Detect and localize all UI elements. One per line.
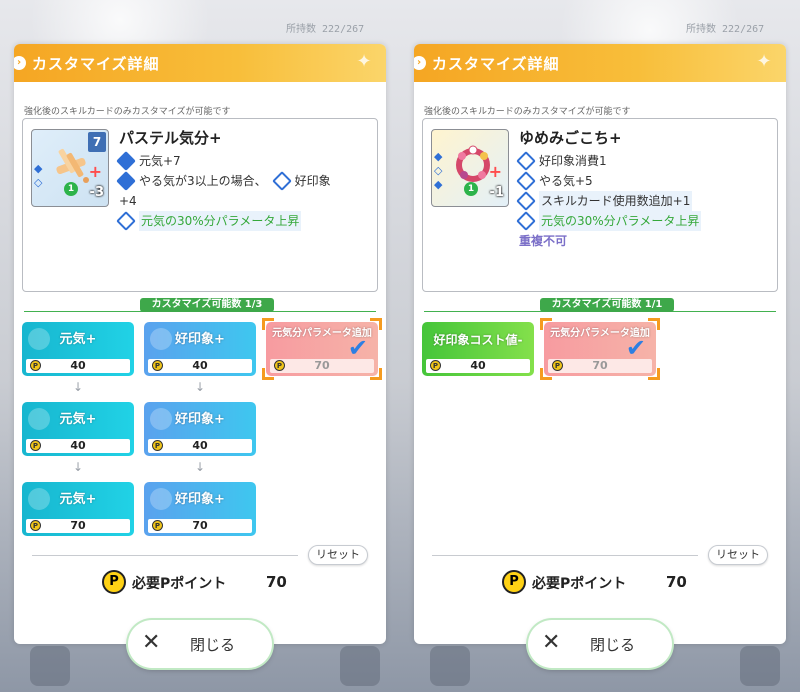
customize-tile-genki-parameter[interactable]: 元気分パラメータ追加 P 70 ✔ xyxy=(544,322,656,376)
customize-tile-good-impression[interactable]: 好印象+ P 40 xyxy=(144,402,256,456)
required-p-value: 70 xyxy=(666,573,687,591)
arrow-down-icon: ↓ xyxy=(72,460,84,474)
p-coin-icon: P xyxy=(30,360,41,371)
effect-line: 好印象消費1 xyxy=(516,151,771,171)
owned-count-right: 所持数 222/267 xyxy=(686,24,765,35)
close-icon: ✕ xyxy=(142,630,161,655)
arrow-down-icon: ↓ xyxy=(194,380,206,394)
p-coin-icon: P xyxy=(30,440,41,451)
required-p-points: P 必要Pポイント 70 xyxy=(502,570,722,594)
check-icon: ✔ xyxy=(347,334,368,362)
p-coin-icon: P xyxy=(152,360,163,371)
good-impression-icon xyxy=(516,151,536,171)
check-icon: ✔ xyxy=(625,334,646,362)
menu-icon xyxy=(340,646,380,686)
home-icon xyxy=(430,646,470,686)
effect-line: +4 xyxy=(119,194,137,208)
skill-card-box: ◆ ◇ ◆ + 1 -1 ゆめみごこち+ 好印象消費1 やる気+5 スキルカード使用… xyxy=(422,118,778,292)
customize-count: カスタマイズ可能数 1/3 xyxy=(140,298,274,312)
owned-count-left: 所持数 222/267 xyxy=(286,24,365,35)
skill-card-effects: 元気+7 やる気が3以上の場合、 好印象 +4 元気の30%分パラメータ上昇 xyxy=(116,151,371,231)
close-button[interactable]: ✕ 閉じる xyxy=(128,620,272,668)
divider xyxy=(432,555,698,556)
close-button[interactable]: ✕ 閉じる xyxy=(528,620,672,668)
reset-button[interactable]: リセット xyxy=(308,545,368,565)
p-coin-icon: P xyxy=(152,520,163,531)
arrow-down-icon: ↓ xyxy=(72,380,84,394)
customize-count: カスタマイズ可能数 1/1 xyxy=(540,298,674,312)
customize-notice: 強化後のスキルカードのみカスタマイズが可能です xyxy=(24,107,231,117)
card-value-badge: -1 xyxy=(489,185,504,200)
skill-card-box: 7 ◆ ◇ + 1 -3 パステル気分+ 元気+7 やる気が3以上の場合、 好印象… xyxy=(22,118,378,292)
plus-mark-icon: + xyxy=(488,162,502,181)
parameter-icon xyxy=(516,211,536,231)
card-level-badge: 1 xyxy=(64,182,78,196)
customize-tile-good-impression[interactable]: 好印象+ P 40 xyxy=(144,322,256,376)
customize-count-bar: カスタマイズ可能数 1/3 xyxy=(24,298,376,314)
customize-detail-panel-left: › カスタマイズ詳細 ✦ 強化後のスキルカードのみカスタマイズが可能です 7 ◆… xyxy=(14,44,386,644)
title-bar: › カスタマイズ詳細 ✦ xyxy=(414,44,786,82)
effect-line: 元気の30%分パラメータ上昇 xyxy=(516,211,771,231)
card-value-badge: -3 xyxy=(89,185,104,200)
card-level-badge: 1 xyxy=(464,182,478,196)
customize-count-bar: カスタマイズ可能数 1/1 xyxy=(424,298,776,314)
p-coin-icon: P xyxy=(274,360,285,371)
back-arrow-icon: › xyxy=(14,56,26,70)
customize-tile-genki-parameter[interactable]: 元気分パラメータ追加 P 70 ✔ xyxy=(266,322,378,376)
customize-tile-good-impression-cost[interactable]: 好印象コスト値- P 40 xyxy=(422,322,534,376)
effect-line: 重複不可 xyxy=(519,234,568,248)
plus-mark-icon: + xyxy=(88,162,102,181)
sparkle-icon: ✦ xyxy=(356,51,372,72)
good-impression-icon xyxy=(271,171,292,191)
p-coin-icon: P xyxy=(430,360,441,371)
required-p-value: 70 xyxy=(266,573,287,591)
arrow-down-icon: ↓ xyxy=(194,460,206,474)
card-cost-badge: 7 xyxy=(88,132,106,152)
back-arrow-icon: › xyxy=(414,56,426,70)
effect-line: やる気が3以上の場合、 好印象 xyxy=(116,171,371,191)
effect-line: スキルカード使用数追加+1 xyxy=(516,191,771,211)
p-point-icon: P xyxy=(102,570,126,594)
card-type-icons: ◆ ◇ ◆ xyxy=(434,150,443,191)
motivation-icon xyxy=(116,171,136,191)
effect-line: 元気の30%分パラメータ上昇 xyxy=(116,211,371,231)
skill-card-effects: 好印象消費1 やる気+5 スキルカード使用数追加+1 元気の30%分パラメータ上… xyxy=(516,151,771,251)
skill-card-name: ゆめみごこち+ xyxy=(519,129,622,147)
divider xyxy=(32,555,298,556)
effect-line: 元気+7 xyxy=(116,151,371,171)
p-point-icon: P xyxy=(502,570,526,594)
customize-detail-panel-right: › カスタマイズ詳細 ✦ 強化後のスキルカードのみカスタマイズが可能です ◆ ◇ ◆… xyxy=(414,44,786,644)
title-bar: › カスタマイズ詳細 ✦ xyxy=(14,44,386,82)
motivation-icon xyxy=(516,171,536,191)
parameter-icon xyxy=(116,211,136,231)
skill-card-name: パステル気分+ xyxy=(119,129,222,147)
customize-tile-genki[interactable]: 元気+ P 40 xyxy=(22,322,134,376)
p-coin-icon: P xyxy=(30,520,41,531)
home-icon xyxy=(30,646,70,686)
customize-tile-genki[interactable]: 元気+ P 40 xyxy=(22,402,134,456)
customize-tile-genki[interactable]: 元気+ P 70 xyxy=(22,482,134,536)
genki-icon xyxy=(116,151,136,171)
p-coin-icon: P xyxy=(552,360,563,371)
customize-tile-good-impression[interactable]: 好印象+ P 70 xyxy=(144,482,256,536)
customize-notice: 強化後のスキルカードのみカスタマイズが可能です xyxy=(424,107,631,117)
reset-button[interactable]: リセット xyxy=(708,545,768,565)
effect-line: やる気+5 xyxy=(516,171,771,191)
card-type-icons: ◆ ◇ xyxy=(34,162,43,189)
p-coin-icon: P xyxy=(152,440,163,451)
close-icon: ✕ xyxy=(542,630,561,655)
skill-card-image: 7 ◆ ◇ + 1 -3 xyxy=(31,129,109,207)
panel-title: カスタマイズ詳細 xyxy=(32,55,160,73)
required-p-points: P 必要Pポイント 70 xyxy=(102,570,322,594)
card-use-icon xyxy=(516,191,536,211)
skill-card-image: ◆ ◇ ◆ + 1 -1 xyxy=(431,129,509,207)
panel-title: カスタマイズ詳細 xyxy=(432,55,560,73)
menu-icon xyxy=(740,646,780,686)
sparkle-icon: ✦ xyxy=(756,51,772,72)
